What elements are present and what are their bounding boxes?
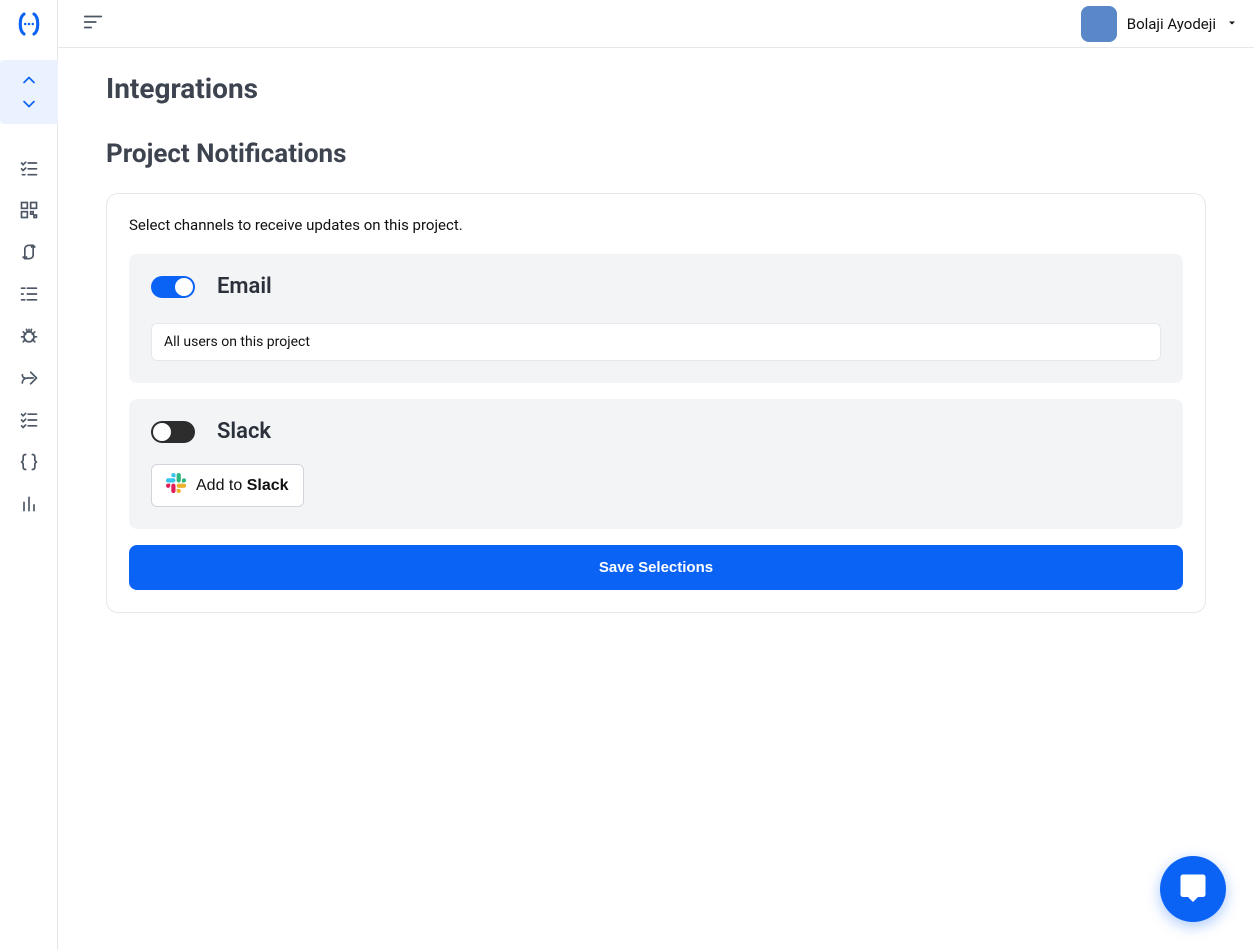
user-name-label: Bolaji Ayodeji [1127, 15, 1216, 33]
email-recipients-select[interactable]: All users on this project [151, 323, 1161, 361]
bug-icon[interactable] [19, 326, 39, 346]
slack-toggle[interactable] [151, 421, 195, 443]
caret-down-icon [1226, 14, 1238, 33]
chat-icon [1178, 872, 1208, 906]
chevron-up-icon [19, 70, 39, 90]
user-menu[interactable]: Bolaji Ayodeji [1081, 6, 1238, 42]
channel-slack-block: Slack Add to Slack [129, 399, 1183, 529]
menu-toggle-icon[interactable] [82, 11, 104, 37]
chevron-down-icon [19, 94, 39, 114]
channel-email-block: Email All users on this project [129, 254, 1183, 383]
main-content: Integrations Project Notifications Selec… [58, 48, 1254, 950]
top-header: Bolaji Ayodeji [58, 0, 1254, 48]
add-to-slack-button[interactable]: Add to Slack [151, 464, 304, 507]
qr-icon[interactable] [19, 200, 39, 220]
slack-button-text: Add to Slack [196, 477, 289, 495]
channel-slack-label: Slack [217, 419, 271, 444]
sidebar-collapse-group[interactable] [0, 60, 58, 124]
toggle-knob [153, 423, 171, 441]
section-title: Project Notifications [106, 139, 1206, 169]
bar-chart-icon[interactable] [19, 494, 39, 514]
save-selections-button[interactable]: Save Selections [129, 545, 1183, 590]
toggle-knob [175, 278, 193, 296]
checklist-icon[interactable] [19, 410, 39, 430]
card-subtitle: Select channels to receive updates on th… [129, 216, 1183, 234]
list-check-icon[interactable] [19, 158, 39, 178]
chat-fab[interactable] [1160, 856, 1226, 922]
share-icon[interactable] [19, 368, 39, 388]
flow-branch-icon[interactable] [19, 242, 39, 262]
page-title: Integrations [106, 72, 1206, 105]
sidebar [0, 0, 58, 950]
list-indent-icon[interactable] [19, 284, 39, 304]
avatar [1081, 6, 1117, 42]
slack-logo-icon [166, 473, 186, 498]
notifications-card: Select channels to receive updates on th… [106, 193, 1206, 613]
email-toggle[interactable] [151, 276, 195, 298]
app-logo[interactable] [0, 0, 58, 48]
braces-icon[interactable] [19, 452, 39, 472]
sidebar-nav [19, 158, 39, 514]
channel-email-label: Email [217, 274, 272, 299]
